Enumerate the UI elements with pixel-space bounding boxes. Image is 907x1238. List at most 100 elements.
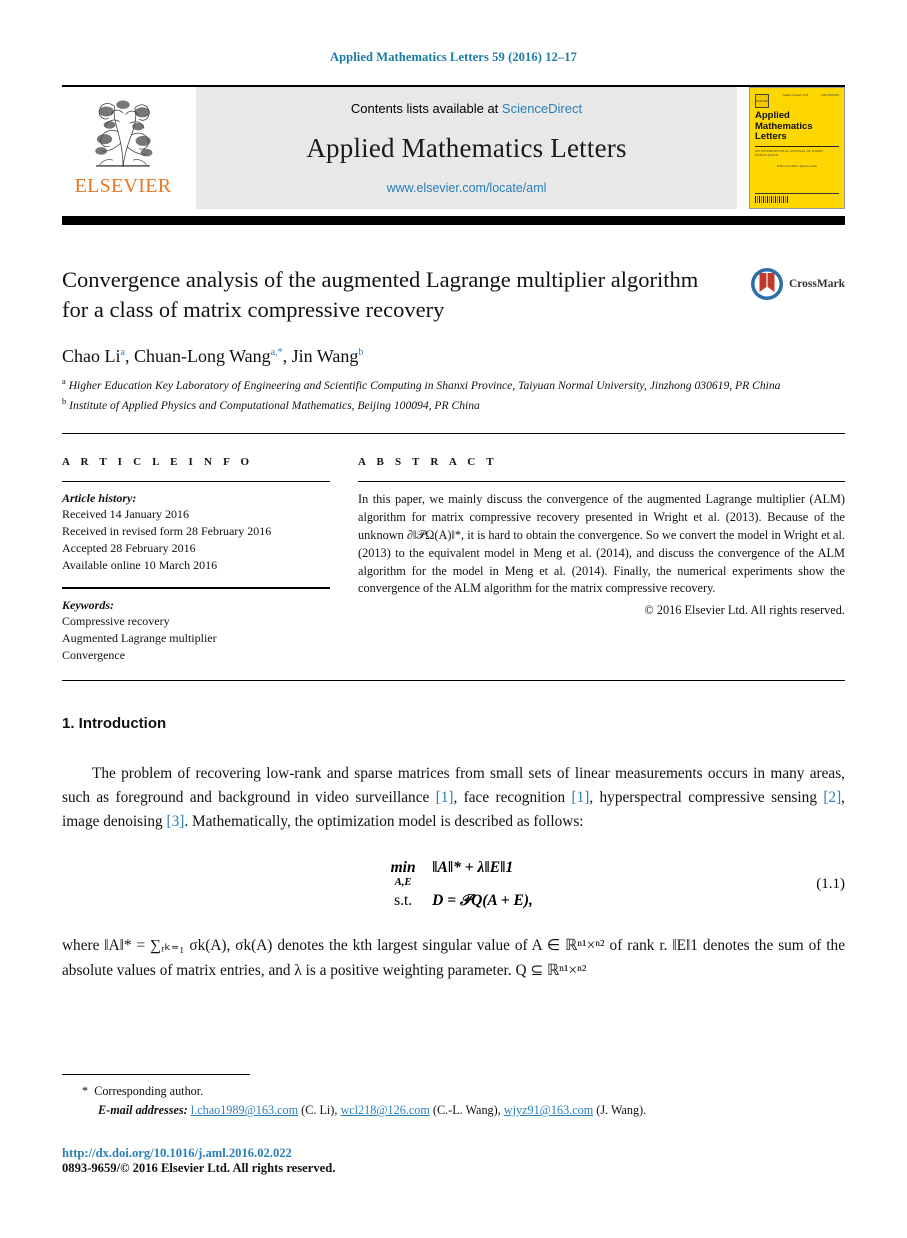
equation-objective-expression: ‖A‖* + λ‖E‖1 bbox=[432, 859, 514, 877]
author-affiliation-mark-2: a,* bbox=[270, 347, 283, 359]
email-link-2[interactable]: wcl218@126.com bbox=[340, 1103, 429, 1117]
elsevier-tree-icon bbox=[95, 100, 153, 167]
masthead-black-bar bbox=[62, 216, 845, 225]
affiliation-list: a Higher Education Key Laboratory of Eng… bbox=[62, 375, 845, 414]
equation-number: (1.1) bbox=[816, 876, 845, 893]
affiliation-item-a: a Higher Education Key Laboratory of Eng… bbox=[62, 375, 845, 395]
citation-link-4[interactable]: [3] bbox=[167, 813, 185, 830]
email-addresses-note: E-mail addresses: l.chao1989@163.com (C.… bbox=[98, 1103, 647, 1118]
issn-copyright-line: 0893-9659/© 2016 Elsevier Ltd. All right… bbox=[62, 1161, 336, 1175]
affiliation-text-a: Higher Education Key Laboratory of Engin… bbox=[68, 379, 781, 393]
article-info-heading: A R T I C L E I N F O bbox=[62, 455, 254, 468]
section-heading-introduction: 1. Introduction bbox=[62, 715, 167, 733]
equation-constraint-expression: D = 𝒫Q(A + E), bbox=[432, 892, 533, 910]
cover-divider bbox=[755, 145, 839, 147]
masthead-center-panel: Contents lists available at ScienceDirec… bbox=[196, 87, 737, 209]
footnote-divider bbox=[62, 1074, 250, 1076]
intro-text-end: . Mathematically, the optimization model… bbox=[184, 812, 584, 830]
cover-bottom-rule bbox=[755, 193, 839, 194]
abstract-column: A B S T R A C T In this paper, we mainly… bbox=[358, 456, 845, 664]
introduction-section: 1. Introduction The problem of recoverin… bbox=[62, 715, 845, 984]
corresponding-author-note: * Corresponding author. bbox=[62, 1082, 845, 1101]
cover-top-row: ELSEVIER Volume 59 January 2016 ISSN 089… bbox=[755, 94, 839, 108]
elsevier-logo: ELSEVIER bbox=[62, 87, 184, 209]
abstract-text: In this paper, we mainly discuss the con… bbox=[358, 492, 845, 596]
crossmark-badge[interactable]: CrossMark bbox=[750, 267, 845, 301]
citation-link-2[interactable]: [1] bbox=[572, 789, 590, 806]
info-abstract-section: A R T I C L E I N F O Article history: R… bbox=[62, 456, 845, 664]
article-history-label: Article history: bbox=[62, 491, 137, 506]
citation-link-3[interactable]: [2] bbox=[823, 789, 841, 806]
affiliation-item-b: b Institute of Applied Physics and Compu… bbox=[62, 395, 845, 415]
author-affiliation-mark-1: a bbox=[120, 347, 125, 359]
keywords-list: Compressive recovery Augmented Lagrange … bbox=[62, 613, 330, 664]
equation-objective-line: min A,E ‖A‖* + λ‖E‖1 bbox=[374, 859, 533, 888]
history-item-online: Available online 10 March 2016 bbox=[62, 558, 218, 573]
page-title: Convergence analysis of the augmented La… bbox=[62, 267, 699, 322]
journal-masthead: ELSEVIER Contents lists available at Sci… bbox=[62, 85, 845, 209]
notation-paragraph: where ‖A‖* = ∑ᵣₖ₌₁ σk(A), σk(A) denotes … bbox=[62, 937, 845, 979]
citation-link-1[interactable]: [1] bbox=[436, 789, 454, 806]
crossmark-icon bbox=[750, 268, 783, 300]
sciencedirect-link[interactable]: ScienceDirect bbox=[502, 101, 582, 116]
abstract-bottom-divider bbox=[62, 680, 845, 682]
journal-homepage-link[interactable]: www.elsevier.com/locate/aml bbox=[387, 181, 547, 195]
equation-min-label: min bbox=[390, 859, 416, 877]
equation-constraint-line: s.t. D = 𝒫Q(A + E), bbox=[374, 892, 533, 910]
cover-barcode bbox=[755, 196, 789, 203]
email-owner-1: (C. Li) bbox=[301, 1103, 335, 1118]
keyword-item-2: Augmented Lagrange multiplier bbox=[62, 631, 217, 646]
cover-elsevier-mark: ELSEVIER bbox=[755, 94, 769, 108]
keyword-item-3: Convergence bbox=[62, 648, 126, 663]
title-block: Convergence analysis of the augmented La… bbox=[62, 265, 845, 324]
paper-page: Applied Mathematics Letters 59 (2016) 12… bbox=[0, 0, 907, 1238]
running-head: Applied Mathematics Letters 59 (2016) 12… bbox=[330, 50, 577, 64]
cover-bottom-block bbox=[755, 193, 839, 203]
journal-cover-thumbnail[interactable]: ELSEVIER Volume 59 January 2016 ISSN 089… bbox=[749, 87, 845, 209]
equation-min-operator: min A,E bbox=[374, 859, 432, 888]
equation-1-1: min A,E ‖A‖* + λ‖E‖1 s.t. D = 𝒫Q(A + E),… bbox=[62, 859, 845, 910]
abstract-rule bbox=[358, 480, 845, 483]
intro-text-mid-1: , face recognition bbox=[453, 788, 572, 806]
affiliation-mark-a: a bbox=[62, 376, 66, 387]
email-owner-2: (C.-L. Wang) bbox=[432, 1103, 498, 1118]
author-name-3: Jin Wang bbox=[291, 346, 359, 367]
page-footnotes: * Corresponding author. E-mail addresses… bbox=[62, 1074, 845, 1176]
equation-min-subscript: A,E bbox=[394, 877, 412, 889]
contents-prefix-text: Contents lists available at bbox=[350, 101, 502, 116]
history-item-revised: Received in revised form 28 February 201… bbox=[62, 524, 272, 539]
equation-body: min A,E ‖A‖* + λ‖E‖1 s.t. D = 𝒫Q(A + E), bbox=[374, 859, 533, 910]
author-name-2: Chuan-Long Wang bbox=[133, 346, 271, 367]
affiliation-mark-b: b bbox=[62, 396, 67, 407]
email-addresses-label: E-mail addresses: bbox=[98, 1103, 188, 1118]
history-item-accepted: Accepted 28 February 2016 bbox=[62, 541, 196, 556]
cover-issn-text: ISSN 0893-9659 bbox=[821, 94, 839, 97]
corresponding-author-mark: * bbox=[82, 1084, 89, 1099]
email-link-1[interactable]: l.chao1989@163.com bbox=[191, 1103, 298, 1117]
header-divider bbox=[62, 432, 845, 434]
elsevier-wordmark: ELSEVIER bbox=[74, 175, 172, 197]
cover-title-line-3: Letters bbox=[755, 131, 787, 143]
affiliation-text-b: Institute of Applied Physics and Computa… bbox=[69, 398, 480, 412]
cover-volume-text: Volume 59 January 2016 bbox=[782, 94, 809, 97]
email-owner-3: (J. Wang) bbox=[596, 1103, 644, 1118]
article-history-list: Received 14 January 2016 Received in rev… bbox=[62, 506, 330, 574]
email-link-3[interactable]: wjyz91@163.com bbox=[504, 1103, 593, 1117]
keyword-item-1: Compressive recovery bbox=[62, 614, 170, 628]
cover-title: Applied Mathematics Letters bbox=[755, 110, 839, 143]
doi-link[interactable]: http://dx.doi.org/10.1016/j.aml.2016.02.… bbox=[62, 1146, 845, 1161]
author-list: Chao Lia, Chuan-Long Wanga,*, Jin Wangb bbox=[62, 346, 364, 367]
crossmark-label: CrossMark bbox=[788, 278, 845, 290]
contents-available-line: Contents lists available at ScienceDirec… bbox=[351, 101, 582, 116]
keywords-label: Keywords: bbox=[62, 598, 114, 612]
abstract-copyright: © 2016 Elsevier Ltd. All rights reserved… bbox=[644, 603, 845, 618]
abstract-heading: A B S T R A C T bbox=[358, 455, 498, 468]
history-item-received: Received 14 January 2016 bbox=[62, 507, 189, 522]
cover-subtitle: AN INTERNATIONAL JOURNAL OF RAPID PUBLIC… bbox=[755, 148, 823, 158]
intro-text-mid-2: , hyperspectral compressive sensing bbox=[589, 788, 824, 806]
article-info-rule bbox=[62, 480, 330, 483]
doi-block: http://dx.doi.org/10.1016/j.aml.2016.02.… bbox=[62, 1146, 845, 1176]
journal-title: Applied Mathematics Letters bbox=[306, 133, 627, 163]
author-affiliation-mark-3: b bbox=[358, 347, 364, 359]
introduction-paragraph: The problem of recovering low-rank and s… bbox=[62, 762, 845, 833]
